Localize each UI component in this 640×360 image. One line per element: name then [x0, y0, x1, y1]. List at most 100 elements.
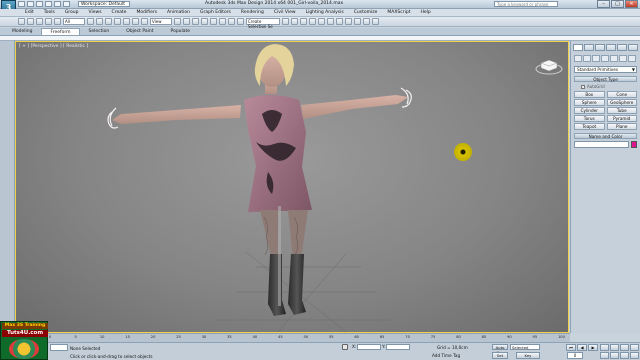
add-time-tag[interactable]: Add Time Tag [432, 353, 460, 358]
autogrid-checkbox[interactable]: AutoGrid [581, 84, 637, 89]
menu-tools[interactable]: Tools [39, 9, 60, 16]
manipulate-icon[interactable] [183, 18, 190, 25]
set-key-button[interactable]: Set Key [492, 352, 508, 360]
object-name-field[interactable] [574, 141, 629, 148]
cone-button[interactable]: Cone [606, 91, 637, 98]
tab-modeling[interactable]: Modeling [4, 28, 40, 35]
zoom-icon[interactable] [600, 344, 609, 351]
undo-button[interactable] [18, 18, 25, 25]
angle-snap-icon[interactable] [210, 18, 217, 25]
workspace-dropdown[interactable]: Workspace: Default [78, 1, 130, 7]
align-icon[interactable] [291, 18, 298, 25]
material-editor-icon[interactable] [336, 18, 343, 25]
new-file-icon[interactable] [18, 1, 25, 7]
mirror-icon[interactable] [282, 18, 289, 25]
render-iterative-icon[interactable] [372, 18, 379, 25]
render-production-icon[interactable] [363, 18, 370, 25]
teapot-button[interactable]: Teapot [574, 123, 605, 130]
name-and-color-rollout[interactable]: Name and Color [574, 133, 637, 139]
lights-icon[interactable] [592, 55, 600, 62]
tab-selection[interactable]: Selection [81, 28, 118, 35]
menu-create[interactable]: Create [107, 9, 132, 16]
y-field[interactable] [386, 344, 411, 350]
object-color-swatch[interactable] [631, 141, 637, 148]
pyramid-button[interactable]: Pyramid [606, 115, 637, 122]
render-setup-icon[interactable] [345, 18, 352, 25]
plane-button[interactable]: Plane [606, 123, 637, 130]
graphite-toggle-icon[interactable] [309, 18, 316, 25]
redo-button[interactable] [27, 18, 34, 25]
move-icon[interactable] [123, 18, 130, 25]
key-filters-button[interactable]: Key Filters... [516, 352, 540, 360]
cameras-icon[interactable] [601, 55, 609, 62]
layer-manager-icon[interactable] [300, 18, 307, 25]
menu-help[interactable]: Help [415, 9, 435, 16]
project-folder-icon[interactable] [63, 1, 70, 7]
link-icon[interactable] [36, 18, 43, 25]
maxscript-listener-field[interactable] [50, 344, 68, 351]
x-field[interactable] [357, 344, 382, 350]
menu-rendering[interactable]: Rendering [236, 9, 269, 16]
select-object-icon[interactable] [87, 18, 94, 25]
shapes-icon[interactable] [583, 55, 591, 62]
named-selection-set-dropdown[interactable]: Create Selection Se [246, 18, 280, 29]
rendered-frame-window-icon[interactable] [354, 18, 361, 25]
field-of-view-icon[interactable] [600, 352, 609, 359]
modify-tab-icon[interactable] [584, 44, 594, 51]
schematic-view-icon[interactable] [327, 18, 334, 25]
space-warps-icon[interactable] [619, 55, 627, 62]
reference-coordinate-dropdown[interactable]: View [150, 18, 172, 25]
open-file-icon[interactable] [27, 1, 34, 7]
keyboard-shortcut-icon[interactable] [192, 18, 199, 25]
tab-object-paint[interactable]: Object Paint [118, 28, 161, 35]
maximize-button[interactable]: □ [611, 0, 624, 8]
pivot-center-icon[interactable] [174, 18, 181, 25]
minimize-button[interactable]: – [597, 0, 610, 8]
sphere-button[interactable]: Sphere [574, 99, 605, 106]
window-crossing-icon[interactable] [114, 18, 121, 25]
viewcube-icon[interactable] [535, 57, 563, 77]
spinner-snap-icon[interactable] [228, 18, 235, 25]
selection-region-icon[interactable] [105, 18, 112, 25]
auto-key-button[interactable]: Auto Key [492, 344, 508, 355]
tube-button[interactable]: Tube [606, 107, 637, 114]
object-type-rollout[interactable]: Object Type [574, 76, 637, 82]
utilities-tab-icon[interactable] [628, 44, 638, 51]
menu-modifiers[interactable]: Modifiers [132, 9, 163, 16]
box-button[interactable]: Box [574, 91, 605, 98]
percent-snap-icon[interactable] [219, 18, 226, 25]
key-mode-dropdown[interactable]: Selected [510, 344, 540, 350]
hierarchy-tab-icon[interactable] [595, 44, 605, 51]
go-to-start-icon[interactable]: ⏮ [566, 344, 576, 351]
undo-icon[interactable] [45, 1, 52, 7]
tab-populate[interactable]: Populate [163, 28, 199, 35]
play-icon[interactable]: ▶ [588, 344, 598, 351]
tab-freeform[interactable]: Freeform [41, 28, 80, 35]
curve-editor-icon[interactable] [318, 18, 325, 25]
edit-named-selection-icon[interactable] [237, 18, 244, 25]
orbit-icon[interactable] [620, 352, 629, 359]
unlink-icon[interactable] [45, 18, 52, 25]
scale-icon[interactable] [141, 18, 148, 25]
helpers-icon[interactable] [610, 55, 618, 62]
menu-views[interactable]: Views [84, 9, 107, 16]
menu-maxscript[interactable]: MAXScript [382, 9, 415, 16]
maximize-viewport-icon[interactable] [630, 352, 639, 359]
menu-animation[interactable]: Animation [162, 9, 195, 16]
selection-lock-icon[interactable] [342, 344, 348, 350]
search-input[interactable]: Type a keyword or phrase [494, 1, 558, 7]
menu-group[interactable]: Group [60, 9, 84, 16]
menu-edit[interactable]: Edit [20, 9, 39, 16]
character-model-icon[interactable] [16, 42, 569, 333]
cylinder-button[interactable]: Cylinder [574, 107, 605, 114]
zoom-all-icon[interactable] [610, 344, 619, 351]
torus-button[interactable]: Torus [574, 115, 605, 122]
previous-frame-icon[interactable]: ◀ [577, 344, 587, 351]
display-tab-icon[interactable] [617, 44, 627, 51]
current-frame-field[interactable]: 0 [567, 352, 583, 359]
create-tab-icon[interactable] [573, 44, 583, 51]
snap-toggle-icon[interactable] [201, 18, 208, 25]
pan-icon[interactable] [610, 352, 619, 359]
save-file-icon[interactable] [36, 1, 43, 7]
zoom-extents-icon[interactable] [620, 344, 629, 351]
